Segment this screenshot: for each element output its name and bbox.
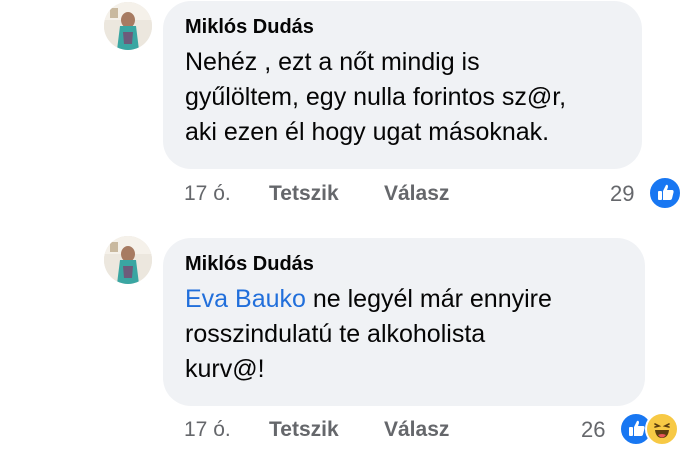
mention-link[interactable]: Eva Bauko <box>185 285 306 313</box>
comment-actions: 17 ó. Tetszik Válasz <box>184 417 484 443</box>
like-button[interactable]: Tetszik <box>269 181 339 207</box>
laughing-face-icon <box>654 423 670 438</box>
avatar-image <box>104 2 152 50</box>
comment-author[interactable]: Miklós Dudás <box>185 252 623 276</box>
reaction-count[interactable]: 26 <box>581 416 605 444</box>
haha-icon[interactable] <box>645 412 679 446</box>
avatar-image <box>104 236 152 284</box>
reaction-count[interactable]: 29 <box>610 180 634 208</box>
comment-time[interactable]: 17 ó. <box>184 181 231 207</box>
thumbs-up-icon <box>658 184 674 200</box>
like-icon[interactable] <box>648 176 682 210</box>
avatar[interactable] <box>104 2 152 50</box>
comment-1: Miklós Dudás Nehéz , ezt a nőt mindig is… <box>0 0 696 225</box>
like-button[interactable]: Tetszik <box>269 417 339 443</box>
comment-bubble: Miklós Dudás Eva Bauko ne legyél már enn… <box>163 238 645 406</box>
reply-button[interactable]: Válasz <box>384 181 449 207</box>
comment-text: Eva Bauko ne legyél már ennyire rosszind… <box>185 282 623 387</box>
comment-actions: 17 ó. Tetszik Válasz <box>184 181 484 207</box>
comment-bubble: Miklós Dudás Nehéz , ezt a nőt mindig is… <box>163 1 642 169</box>
avatar[interactable] <box>104 236 152 284</box>
comment-text: Nehéz , ezt a nőt mindig is gyűlöltem, e… <box>185 48 567 146</box>
reply-button[interactable]: Válasz <box>384 417 449 443</box>
comment-time[interactable]: 17 ó. <box>184 417 231 443</box>
comment-2: Miklós Dudás Eva Bauko ne legyél már enn… <box>0 230 696 454</box>
comment-author[interactable]: Miklós Dudás <box>185 15 620 39</box>
